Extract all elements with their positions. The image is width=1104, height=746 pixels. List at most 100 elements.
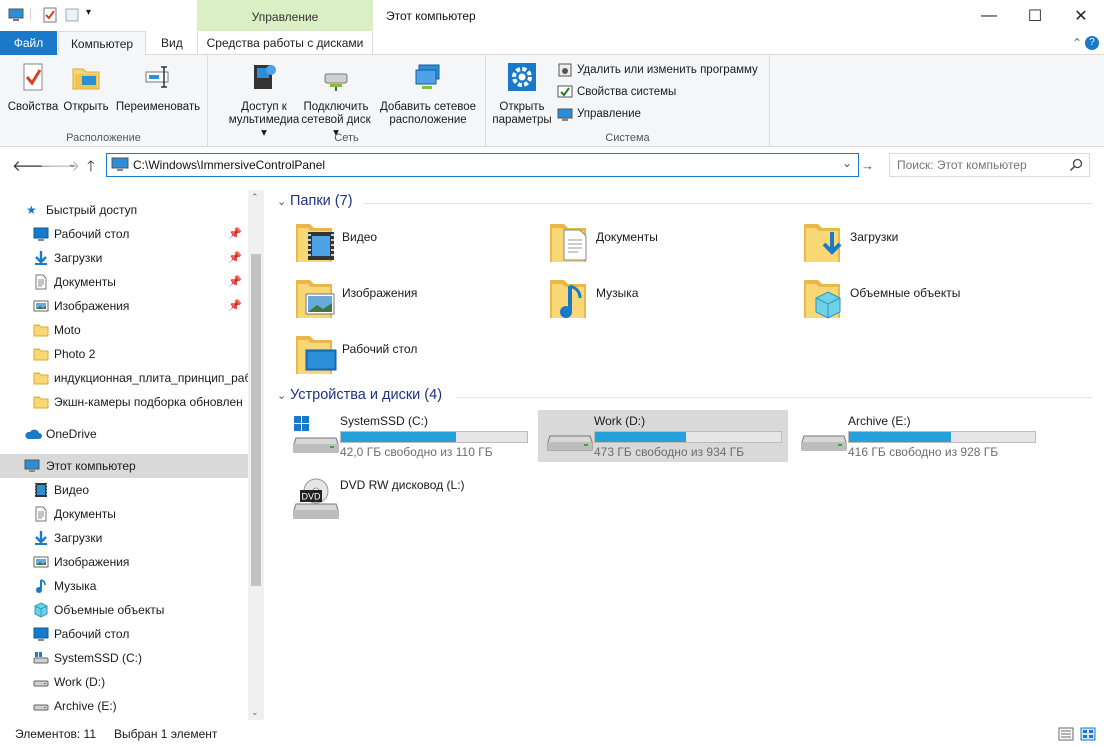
sidebar-item[interactable]: Документы 📌 bbox=[0, 270, 248, 294]
manage-button[interactable]: Управление bbox=[557, 105, 641, 123]
sidebar-item[interactable]: индукционная_плита_принцип_раб bbox=[0, 366, 248, 390]
scroll-up-icon[interactable]: ⌃ bbox=[251, 192, 259, 203]
search-box[interactable] bbox=[889, 153, 1090, 177]
sidebar-item[interactable]: SystemSSD (C:) bbox=[0, 646, 248, 670]
folder-tile[interactable]: Видео bbox=[294, 218, 544, 270]
new-folder-icon[interactable] bbox=[64, 7, 80, 23]
media-access-button[interactable]: Доступ к мультимедиа ▾ bbox=[226, 61, 302, 140]
3d-objects-icon bbox=[34, 602, 48, 618]
sidebar-item-this-pc[interactable]: Этот компьютер bbox=[0, 454, 248, 478]
rename-button[interactable]: Переименовать bbox=[113, 61, 203, 114]
ribbon-group-location: Свойства Открыть Переименовать Расположе… bbox=[0, 55, 208, 147]
address-text[interactable]: C:\Windows\ImmersiveControlPanel bbox=[133, 158, 325, 172]
tab-computer[interactable]: Компьютер bbox=[58, 31, 146, 56]
tab-view[interactable]: Вид bbox=[151, 31, 193, 55]
media-access-label-1: Доступ к bbox=[241, 101, 287, 113]
media-access-label-2: мультимедиа bbox=[228, 114, 300, 126]
map-drive-label-2: сетевой диск bbox=[301, 114, 371, 126]
folder-tile[interactable]: Загрузки bbox=[802, 218, 1052, 270]
drive-tile[interactable]: Work (D:) 473 ГБ свободно из 934 ГБ bbox=[538, 410, 788, 462]
sidebar-item[interactable]: Объемные объекты bbox=[0, 598, 248, 622]
sidebar-item[interactable]: Photo 2 bbox=[0, 342, 248, 366]
desktop-folder-icon bbox=[296, 336, 337, 374]
folder-tile[interactable]: Документы bbox=[548, 218, 798, 270]
folder-tile[interactable]: Объемные объекты bbox=[802, 274, 1052, 326]
scroll-down-icon[interactable]: ⌄ bbox=[251, 707, 259, 718]
sidebar-item[interactable]: Рабочий стол bbox=[0, 622, 248, 646]
drive-name: SystemSSD (C:) bbox=[340, 414, 429, 428]
search-icon[interactable] bbox=[1069, 158, 1083, 172]
close-button[interactable]: ✕ bbox=[1058, 0, 1104, 31]
uninstall-program-button[interactable]: Удалить или изменить программу bbox=[557, 61, 758, 79]
drive-tile[interactable]: SystemSSD (C:) 42,0 ГБ свободно из 110 ГБ bbox=[284, 410, 534, 462]
map-network-drive-button[interactable]: Подключить сетевой диск ▾ bbox=[298, 61, 374, 140]
drive-tile[interactable]: Archive (E:) 416 ГБ свободно из 928 ГБ bbox=[792, 410, 1042, 462]
customize-quick-access-icon[interactable]: ▾ bbox=[86, 7, 91, 18]
pin-icon[interactable]: 📌 bbox=[228, 222, 242, 246]
drives-section-header[interactable]: ⌄ Устройства и диски (4) bbox=[274, 386, 1096, 408]
add-network-location-button[interactable]: Добавить сетевое расположение bbox=[378, 61, 478, 127]
go-arrow-icon[interactable]: → bbox=[861, 158, 874, 173]
sidebar-label: Экшн-камеры подборка обновлен bbox=[54, 395, 243, 409]
pin-icon[interactable]: 📌 bbox=[228, 294, 242, 318]
add-location-label-1: Добавить сетевое bbox=[379, 101, 477, 113]
sidebar-item[interactable]: Изображения 📌 bbox=[0, 294, 248, 318]
rename-icon bbox=[145, 66, 169, 88]
sidebar-item[interactable]: Archive (E:) bbox=[0, 694, 248, 718]
scrollbar-thumb[interactable] bbox=[251, 254, 261, 586]
help-icon[interactable]: ? bbox=[1085, 36, 1099, 50]
computer-icon[interactable] bbox=[8, 7, 24, 23]
sidebar-scrollbar[interactable]: ⌃ ⌄ bbox=[248, 190, 264, 720]
open-settings-label-2: параметры bbox=[492, 114, 552, 126]
folder-label: Документы bbox=[596, 230, 658, 244]
minimize-button[interactable]: — bbox=[966, 0, 1012, 31]
computer-icon bbox=[111, 157, 129, 171]
collapse-chevron-icon[interactable]: ⌄ bbox=[277, 195, 286, 208]
sidebar-item[interactable]: Документы bbox=[0, 502, 248, 526]
sidebar-item[interactable]: Загрузки 📌 bbox=[0, 246, 248, 270]
recent-locations-chevron-icon[interactable]: ⌄ bbox=[68, 159, 76, 170]
sidebar-label: Объемные объекты bbox=[54, 603, 165, 617]
downloads-icon bbox=[35, 251, 47, 265]
sidebar-item-quick-access[interactable]: ★ Быстрый доступ bbox=[0, 198, 248, 222]
sidebar-item[interactable]: Изображения bbox=[0, 550, 248, 574]
address-history-chevron-icon[interactable]: ⌄ bbox=[842, 156, 852, 170]
sidebar-item-onedrive[interactable]: OneDrive bbox=[0, 422, 248, 446]
ribbon-group-network: Доступ к мультимедиа ▾ Подключить сетевой … bbox=[208, 55, 486, 147]
sidebar-item[interactable]: Moto bbox=[0, 318, 248, 342]
folder-icon bbox=[33, 396, 49, 409]
sidebar-item[interactable]: Музыка bbox=[0, 574, 248, 598]
open-button[interactable]: Открыть bbox=[61, 61, 111, 114]
sidebar-item[interactable]: Рабочий стол 📌 bbox=[0, 222, 248, 246]
details-view-icon[interactable] bbox=[1058, 727, 1074, 741]
drive-free-space: 416 ГБ свободно из 928 ГБ bbox=[848, 445, 999, 459]
sidebar-label: Рабочий стол bbox=[54, 227, 130, 241]
up-arrow-icon[interactable]: 🡑 bbox=[87, 156, 95, 181]
tab-file[interactable]: Файл bbox=[0, 31, 57, 55]
folder-label: Рабочий стол bbox=[342, 342, 418, 356]
open-settings-button[interactable]: Открыть параметры bbox=[490, 61, 554, 127]
large-icons-view-icon[interactable] bbox=[1080, 727, 1096, 741]
drive-tile[interactable]: DVD DVD RW дисковод (L:) bbox=[284, 474, 534, 526]
folder-tile[interactable]: Рабочий стол bbox=[294, 330, 544, 382]
collapse-chevron-icon[interactable]: ⌄ bbox=[277, 389, 286, 402]
folders-section-header[interactable]: ⌄ Папки (7) bbox=[274, 192, 1096, 214]
properties-button[interactable]: Свойства bbox=[6, 61, 60, 114]
tab-drive-tools[interactable]: Средства работы с дисками bbox=[197, 31, 373, 55]
properties-icon[interactable] bbox=[42, 7, 58, 23]
sidebar-item[interactable]: Видео bbox=[0, 478, 248, 502]
folder-tile[interactable]: Изображения bbox=[294, 274, 544, 326]
sidebar-item[interactable]: Work (D:) bbox=[0, 670, 248, 694]
pin-icon[interactable]: 📌 bbox=[228, 246, 242, 270]
search-input[interactable] bbox=[897, 155, 1067, 175]
dvd-badge-text: DVD bbox=[301, 492, 321, 502]
maximize-button[interactable]: ☐ bbox=[1012, 0, 1058, 31]
sidebar-item[interactable]: Экшн-камеры подборка обновлен bbox=[0, 390, 248, 414]
sidebar-item[interactable]: Загрузки bbox=[0, 526, 248, 550]
sidebar-label: Музыка bbox=[54, 579, 97, 593]
address-bar[interactable]: C:\Windows\ImmersiveControlPanel ⌄ bbox=[106, 153, 859, 177]
system-properties-button[interactable]: Свойства системы bbox=[557, 83, 676, 101]
pin-icon[interactable]: 📌 bbox=[228, 270, 242, 294]
folder-tile[interactable]: Музыка bbox=[548, 274, 798, 326]
desktop-icon bbox=[33, 227, 49, 241]
